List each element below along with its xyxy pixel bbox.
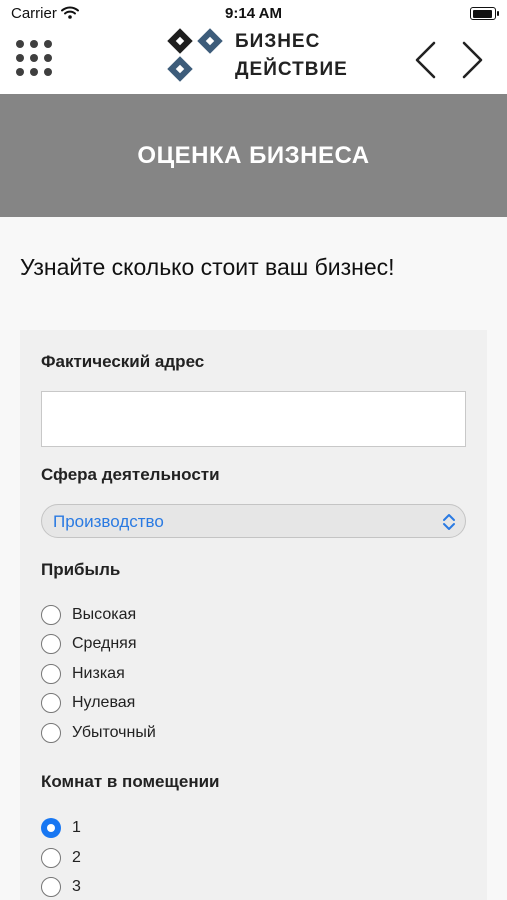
profit-radio-group: Высокая Средняя Низкая Нулевая Убыточный — [41, 600, 466, 748]
profit-option[interactable]: Нулевая — [41, 689, 466, 719]
rooms-option-label: 2 — [72, 848, 81, 866]
menu-dot — [30, 54, 38, 62]
address-label: Фактический адрес — [41, 352, 205, 371]
profit-option[interactable]: Высокая — [41, 600, 466, 630]
menu-dot — [16, 68, 24, 76]
rooms-option[interactable]: 1 — [41, 814, 466, 844]
profit-option[interactable]: Убыточный — [41, 718, 466, 748]
radio-button[interactable] — [41, 847, 61, 868]
sphere-select-value: Производство — [53, 512, 164, 531]
menu-dot — [30, 40, 38, 48]
profit-label: Прибыль — [41, 560, 121, 579]
sphere-select[interactable]: Производство — [41, 504, 466, 538]
menu-dot — [16, 40, 24, 48]
rooms-option-label: 3 — [72, 878, 81, 896]
nav-arrows — [413, 40, 485, 80]
logo-line1: БИЗНЕС — [235, 31, 321, 52]
logo: БИЗНЕС ДЕЙСТВИЕ — [167, 28, 348, 84]
status-bar: Carrier 9:14 AM — [0, 0, 507, 28]
valuation-form: Фактический адрес Сфера деятельности Про… — [20, 330, 487, 900]
rooms-label: Комнат в помещении — [41, 771, 220, 791]
menu-dot — [44, 40, 52, 48]
profit-option[interactable]: Средняя — [41, 630, 466, 660]
menu-dot — [44, 54, 52, 62]
rooms-radio-group: 1 2 3 — [41, 814, 466, 900]
logo-text: БИЗНЕС ДЕЙСТВИЕ — [235, 28, 348, 84]
profit-option-label: Нулевая — [72, 694, 136, 712]
nav-bar: БИЗНЕС ДЕЙСТВИЕ — [0, 28, 507, 94]
logo-icon — [167, 28, 223, 82]
radio-button[interactable] — [41, 818, 61, 839]
menu-dot — [44, 68, 52, 76]
sphere-label: Сфера деятельности — [41, 465, 220, 484]
profit-option-label: Низкая — [72, 664, 125, 682]
radio-button[interactable] — [41, 693, 61, 714]
menu-grid-button[interactable] — [16, 40, 52, 76]
radio-button[interactable] — [41, 663, 61, 684]
rooms-option[interactable]: 3 — [41, 873, 466, 900]
menu-dot — [30, 68, 38, 76]
select-chevrons-icon — [443, 514, 455, 530]
page-title: ОЦЕНКА БИЗНЕСА — [137, 141, 370, 169]
radio-button[interactable] — [41, 877, 61, 898]
profit-option-label: Убыточный — [72, 723, 156, 741]
radio-button[interactable] — [41, 604, 61, 625]
menu-dot — [16, 54, 24, 62]
rooms-option[interactable]: 2 — [41, 843, 466, 873]
page-banner: ОЦЕНКА БИЗНЕСА — [0, 94, 507, 217]
intro-text: Узнайте сколько стоит ваш бизнес! — [20, 254, 395, 280]
profit-option-label: Высокая — [72, 605, 137, 623]
logo-line2: ДЕЙСТВИЕ — [235, 59, 348, 80]
radio-button[interactable] — [41, 634, 61, 655]
rooms-option-label: 1 — [72, 819, 81, 837]
radio-button[interactable] — [41, 722, 61, 743]
forward-arrow-icon[interactable] — [459, 40, 485, 80]
battery-icon — [470, 7, 499, 20]
address-input[interactable] — [41, 391, 466, 447]
back-arrow-icon[interactable] — [413, 40, 439, 80]
profit-option-label: Средняя — [72, 635, 137, 653]
profit-option[interactable]: Низкая — [41, 659, 466, 689]
status-time: 9:14 AM — [225, 5, 282, 22]
